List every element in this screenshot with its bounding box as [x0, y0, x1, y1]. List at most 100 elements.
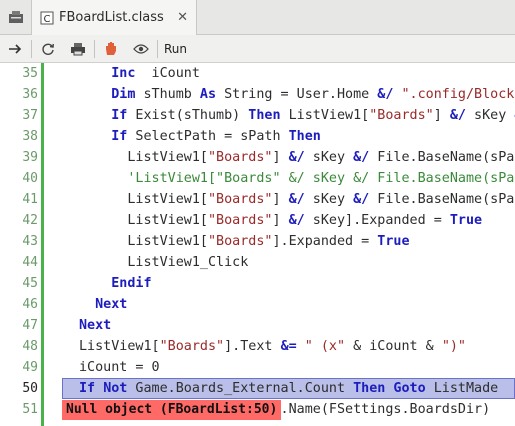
- code-line[interactable]: 39 ListView1["Boards"] &/ sKey &/ File.Ba…: [0, 147, 515, 168]
- keyword-token: If: [111, 108, 128, 123]
- line-number: 51: [22, 402, 38, 417]
- code-text: If Exist(sThumb) Then ListView1["Boards"…: [111, 105, 515, 126]
- code-token: ]: [272, 213, 289, 228]
- code-token: ]: [272, 150, 289, 165]
- keyword-token: &/: [449, 108, 466, 123]
- reload-icon: [42, 43, 54, 55]
- code-line[interactable]: 41 ListView1["Boards"] &/ sKey &/ File.Ba…: [0, 189, 515, 210]
- goto-button[interactable]: [0, 35, 30, 62]
- code-token: sThumb: [135, 87, 200, 102]
- code-token: ].Text: [224, 339, 281, 354]
- string-token: ")": [441, 339, 466, 354]
- code-token: ListView1[: [127, 192, 208, 207]
- code-token: sKey].Expanded =: [304, 213, 450, 228]
- line-number: 48: [22, 339, 38, 354]
- code-line[interactable]: 44 ListView1_Click: [0, 252, 515, 273]
- code-line[interactable]: 48 ListView1["Boards"].Text &= " (x" & iC…: [0, 336, 515, 357]
- breakpoint-button[interactable]: [96, 35, 126, 62]
- code-line[interactable]: 46 Next: [0, 294, 515, 315]
- code-line[interactable]: 40 'ListView1["Boards" &/ sKey &/ File.Ba…: [0, 168, 515, 189]
- code-token: ListView1_Click: [127, 255, 249, 270]
- string-token: "Boards": [369, 108, 434, 123]
- code-line[interactable]: 43 ListView1["Boards"].Expanded = True: [0, 231, 515, 252]
- code-text: iCount = 0: [79, 357, 160, 378]
- code-text: Endif: [111, 273, 151, 294]
- svg-text:C: C: [44, 14, 51, 25]
- line-number: 38: [22, 129, 38, 144]
- code-line[interactable]: 38 If SelectPath = sPath Then: [0, 126, 515, 147]
- line-number: 40: [22, 171, 38, 186]
- line-number: 42: [22, 213, 38, 228]
- code-editor[interactable]: 35 Inc iCount 36 Dim sThumb As String = Use…: [0, 63, 515, 426]
- code-text: Next: [79, 315, 111, 336]
- code-token: sKey: [304, 192, 354, 207]
- code-text: Inc iCount: [111, 63, 200, 84]
- line-number: 41: [22, 192, 38, 207]
- close-tab-icon[interactable]: ✕: [177, 10, 188, 25]
- line-number: 36: [22, 87, 38, 102]
- code-line[interactable]: 49 iCount = 0: [0, 357, 515, 378]
- code-text: ListView1_Click: [127, 252, 248, 273]
- tab-title: FBoardList.class: [59, 10, 164, 25]
- arrow-right-icon: [9, 43, 22, 54]
- code-token: String = User.Home: [216, 87, 378, 102]
- string-token: " (x": [304, 339, 346, 354]
- code-token: ListView1[: [127, 150, 208, 165]
- toolbar-separator: [94, 39, 95, 58]
- line-number: 46: [22, 297, 38, 312]
- code-line[interactable]: 47 Next: [0, 315, 515, 336]
- line-number: 37: [22, 108, 38, 123]
- code-token: iCount = 0: [79, 360, 160, 375]
- line-number: 43: [22, 234, 38, 249]
- toolbar-separator: [31, 39, 32, 58]
- code-line[interactable]: 35 Inc iCount: [0, 63, 515, 84]
- keyword-token: &/: [353, 192, 370, 207]
- code-line[interactable]: 45 Endif: [0, 273, 515, 294]
- code-token: ListView1[: [79, 339, 160, 354]
- string-token: ".config/Blocks: [401, 87, 515, 102]
- error-tooltip: Null object (FBoardList:50): [62, 400, 282, 420]
- run-button[interactable]: Run: [164, 42, 187, 56]
- keyword-token: Next: [95, 297, 128, 312]
- keyword-token: As: [199, 87, 217, 102]
- project-icon: [8, 11, 23, 23]
- code-line[interactable]: 37 If Exist(sThumb) Then ListView1["Board…: [0, 105, 515, 126]
- line-number: 47: [22, 318, 38, 333]
- reload-button[interactable]: [33, 35, 63, 62]
- keyword-token: Dim: [111, 87, 136, 102]
- code-token: ]: [272, 192, 289, 207]
- print-button[interactable]: [63, 35, 93, 62]
- code-line[interactable]: 50 If Not Game.Boards_External.Count Then…: [0, 378, 515, 399]
- project-tab[interactable]: [0, 0, 31, 34]
- line-number: 39: [22, 150, 38, 165]
- comment-token: 'ListView1["Boards" &/ sKey &/ File.Base…: [127, 171, 515, 186]
- keyword-token: Next: [79, 318, 112, 333]
- keyword-token: &/: [288, 192, 305, 207]
- code-token: Exist(sThumb): [127, 108, 249, 123]
- keyword-token: Then: [288, 129, 321, 144]
- line-number: 44: [22, 255, 38, 270]
- keyword-token: Then: [353, 381, 386, 396]
- eye-icon: [133, 43, 149, 54]
- editor-toolbar: Run: [0, 35, 515, 63]
- code-token: SelectPath = sPath: [127, 129, 289, 144]
- code-line[interactable]: 36 Dim sThumb As String = User.Home &/ ".…: [0, 84, 515, 105]
- keyword-token: &/: [288, 150, 305, 165]
- keyword-token: &=: [280, 339, 297, 354]
- code-token: File.BaseName(sPath: [369, 192, 515, 207]
- string-token: "Boards": [207, 150, 273, 165]
- code-token: sKey: [304, 150, 354, 165]
- code-line[interactable]: 42 ListView1["Boards"] &/ sKey].Expanded …: [0, 210, 515, 231]
- code-token: & iCount &: [345, 339, 442, 354]
- keyword-token: &/: [353, 150, 370, 165]
- keyword-token: Endif: [111, 276, 152, 291]
- tab-bar: C FBoardList.class ✕: [0, 0, 515, 35]
- keyword-token: Not: [103, 381, 128, 396]
- line-number: 49: [22, 360, 38, 375]
- code-token: ListMade: [425, 381, 499, 396]
- code-text: Dim sThumb As String = User.Home &/ ".co…: [111, 84, 515, 105]
- tab-fboardlist[interactable]: C FBoardList.class ✕: [31, 0, 197, 35]
- watch-button[interactable]: [126, 35, 156, 62]
- code-text: Next: [95, 294, 127, 315]
